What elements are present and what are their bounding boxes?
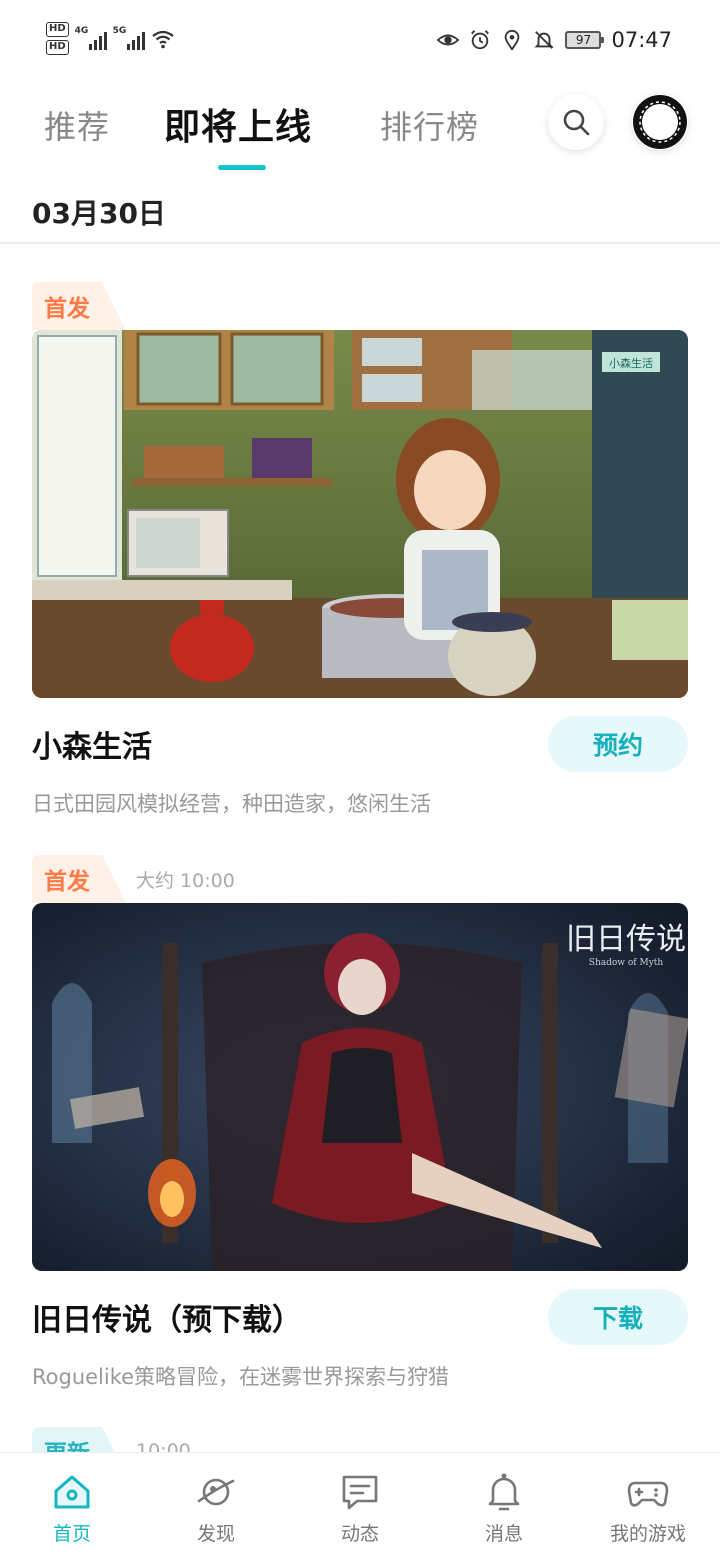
search-icon — [563, 109, 590, 136]
nav-discover[interactable]: 发现 — [144, 1453, 288, 1560]
avatar[interactable] — [632, 94, 688, 150]
tab-indicator — [218, 165, 266, 170]
avatar-icon — [633, 95, 687, 149]
tag-badge: 首发 — [32, 855, 126, 903]
wifi-icon — [151, 30, 174, 49]
game-title[interactable]: 小森生活 — [32, 722, 152, 766]
tab-upcoming[interactable]: 即将上线 — [164, 98, 312, 150]
home-icon — [54, 1475, 90, 1509]
chat-icon — [342, 1475, 378, 1510]
game-description: 日式田园风模拟经营，种田造家，悠闲生活 — [32, 792, 431, 816]
banner-logo-text: 旧日传说 — [566, 922, 686, 957]
status-time: 07:47 — [611, 28, 672, 52]
dark-fantasy-illustration: 旧日传说 Shadow of Myth — [32, 903, 688, 1271]
signal-5g-icon: 5G — [113, 26, 145, 50]
status-bar: HD HD 4G 5G 97 07:47 — [0, 0, 720, 80]
divider — [0, 242, 720, 244]
reserve-button[interactable]: 预约 — [548, 716, 688, 772]
banner-logo-text: 小森生活 — [609, 356, 653, 370]
release-time: 大约 10:00 — [136, 869, 235, 892]
hd-badge-2: HD — [46, 40, 69, 55]
game-card[interactable]: 首发 小森生活 小森生活 预约 日式田园风模拟经营，种田造家，悠闲生活 — [32, 282, 688, 818]
nav-feed[interactable]: 动态 — [288, 1453, 432, 1560]
download-button[interactable]: 下载 — [548, 1289, 688, 1345]
signal-4g-icon: 4G — [75, 26, 107, 50]
tag-badge: 首发 — [32, 282, 126, 330]
nav-messages[interactable]: 消息 — [432, 1453, 576, 1560]
top-tabs: 推荐 即将上线 排行榜 — [0, 90, 720, 180]
game-title[interactable]: 旧日传说（预下载） — [32, 1295, 302, 1339]
search-button[interactable] — [548, 94, 604, 150]
nav-my-games[interactable]: 我的游戏 — [576, 1453, 720, 1560]
alarm-icon — [471, 30, 490, 50]
gamepad-icon — [627, 1481, 669, 1507]
bell-icon — [488, 1473, 520, 1511]
tab-ranking[interactable]: 排行榜 — [380, 102, 479, 148]
date-header: 03月30日 — [32, 197, 166, 230]
hd-badge-1: HD — [46, 22, 69, 37]
game-banner[interactable]: 小森生活 — [32, 330, 688, 698]
game-card[interactable]: 首发 大约 10:00 旧日传说 Shadow of Myth 旧日传说（预下载… — [32, 855, 688, 1391]
nav-home[interactable]: 首页 — [0, 1453, 144, 1560]
eye-icon — [437, 34, 460, 46]
location-icon — [505, 29, 520, 51]
bell-off-icon — [534, 31, 555, 49]
game-description: Roguelike策略冒险，在迷雾世界探索与狩猎 — [32, 1365, 450, 1389]
planet-icon — [197, 1478, 235, 1506]
kitchen-illustration: 小森生活 — [32, 330, 688, 698]
banner-logo-subtitle: Shadow of Myth — [589, 958, 664, 968]
tab-recommend[interactable]: 推荐 — [44, 102, 110, 148]
battery-indicator: 97 — [565, 31, 605, 49]
bottom-nav: 首页 发现 动态 消息 我的游戏 — [0, 1452, 720, 1560]
game-banner[interactable]: 旧日传说 Shadow of Myth — [32, 903, 688, 1271]
